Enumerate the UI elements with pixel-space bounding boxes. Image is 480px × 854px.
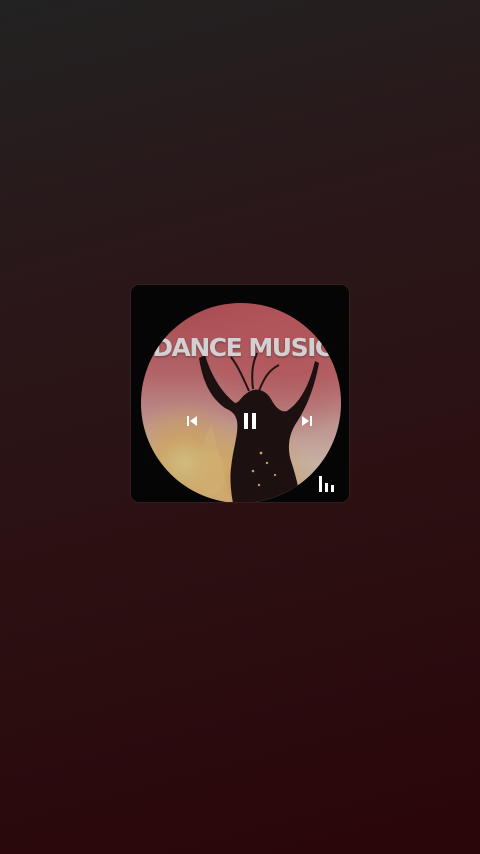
previous-button[interactable]	[180, 409, 204, 433]
album-art[interactable]: DANCE MUSIC	[141, 303, 341, 502]
pause-button[interactable]	[238, 409, 262, 433]
next-button[interactable]	[295, 409, 319, 433]
skip-previous-icon	[187, 416, 197, 426]
equalizer-icon	[319, 476, 334, 492]
equalizer-button[interactable]	[317, 475, 337, 493]
pause-icon	[244, 413, 256, 429]
skip-next-icon	[302, 416, 312, 426]
music-player-widget[interactable]: DANCE MUSIC	[131, 285, 349, 502]
controls-overlay	[141, 303, 341, 502]
